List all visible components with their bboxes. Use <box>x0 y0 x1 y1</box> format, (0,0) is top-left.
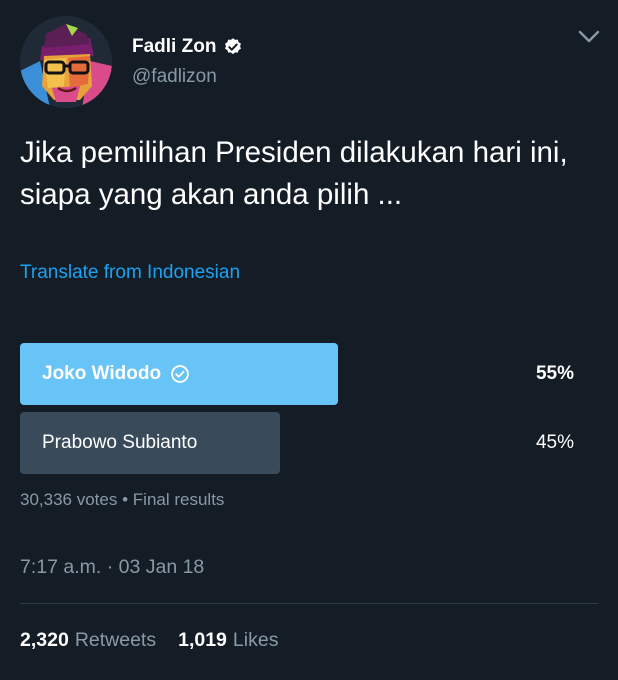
poll-option-prabowo-subianto: Prabowo Subianto 45% <box>20 412 598 474</box>
poll-meta-separator: • <box>122 490 129 509</box>
poll-option-label: Prabowo Subianto <box>42 412 197 474</box>
poll-votes: 30,336 votes <box>20 490 118 509</box>
poll-option-joko-widodo: Joko Widodo 55% <box>20 343 598 405</box>
poll-option-percent: 45% <box>535 432 574 453</box>
poll-option-text: Joko Widodo <box>42 363 162 384</box>
retweets-count: 2,320 <box>20 629 69 651</box>
poll-meta: 30,336 votes • Final results <box>20 490 224 510</box>
poll-option-text: Prabowo Subianto <box>42 432 198 453</box>
retweets-stat[interactable]: 2,320 Retweets <box>20 629 156 652</box>
tweet-timestamp[interactable]: 7:17 a.m. · 03 Jan 18 <box>20 556 204 579</box>
retweets-label: Retweets <box>74 629 157 651</box>
translate-link[interactable]: Translate from Indonesian <box>20 262 240 284</box>
author-handle[interactable]: @fadlizon <box>132 66 217 88</box>
tweet-stats: 2,320 Retweets 1,019 Likes <box>20 629 300 652</box>
chevron-down-icon[interactable] <box>578 30 600 44</box>
avatar-image <box>20 16 112 108</box>
likes-stat[interactable]: 1,019 Likes <box>178 629 278 652</box>
divider <box>20 603 598 604</box>
poll-option-label: Joko Widodo <box>42 343 190 405</box>
check-circle-icon <box>171 365 189 383</box>
tweet-text: Jika pemilihan Presiden dilakukan hari i… <box>20 136 568 211</box>
poll-option-percent: 55% <box>535 363 574 384</box>
author-name-row[interactable]: Fadli Zon <box>132 36 243 58</box>
verified-badge-icon <box>225 38 242 55</box>
poll-status: Final results <box>132 490 225 509</box>
likes-count: 1,019 <box>178 629 227 651</box>
author-name[interactable]: Fadli Zon <box>132 36 216 58</box>
avatar[interactable] <box>20 16 112 108</box>
likes-label: Likes <box>232 629 279 651</box>
